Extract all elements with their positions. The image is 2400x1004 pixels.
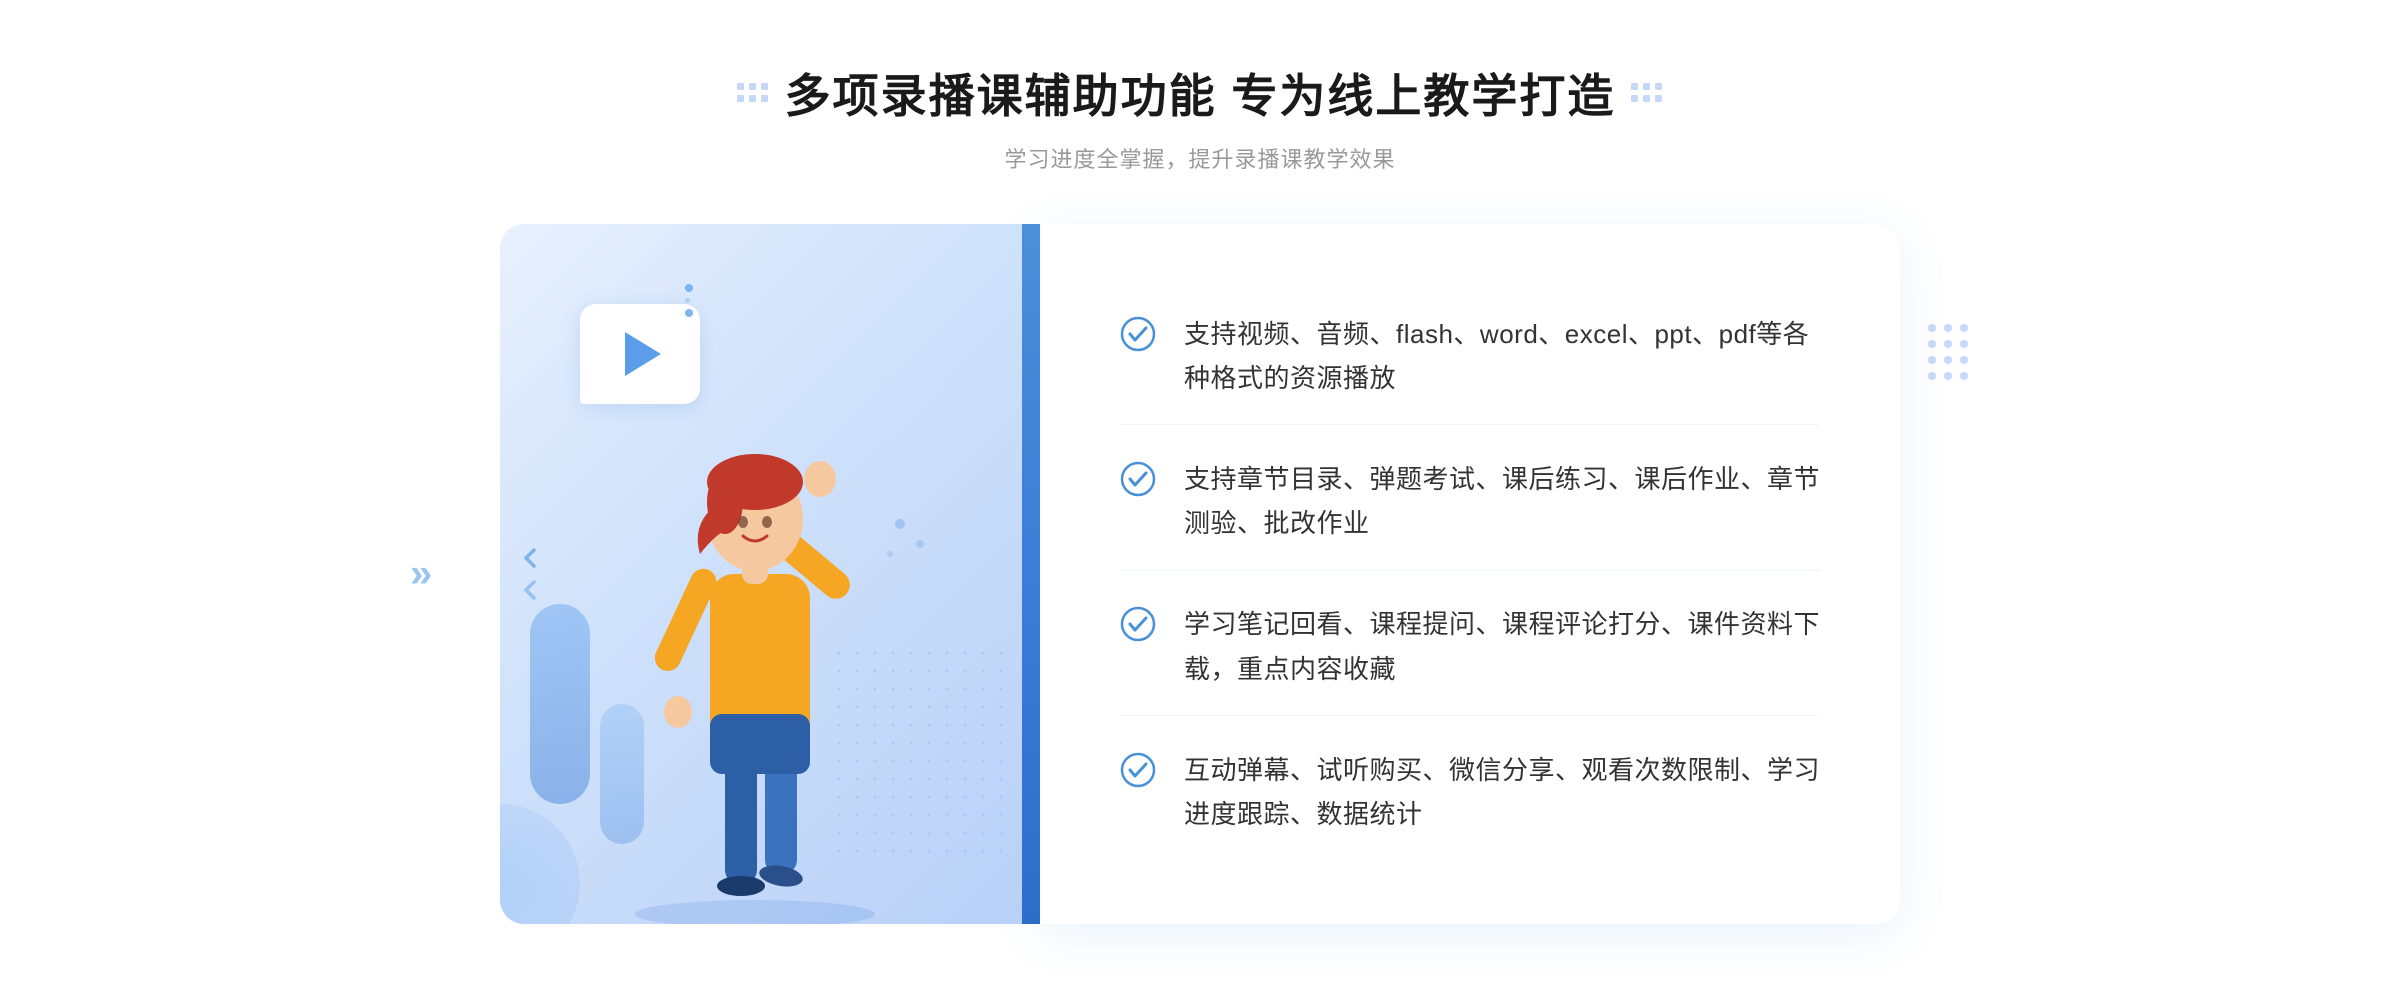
feature-text-2: 支持章节目录、弹题考试、课后练习、课后作业、章节测验、批改作业 [1184, 457, 1820, 545]
chevron-icon: » [410, 552, 432, 597]
feature-item-4: 互动弹幕、试听购买、微信分享、观看次数限制、学习进度跟踪、数据统计 [1120, 724, 1820, 860]
main-title: 多项录播课辅助功能 专为线上教学打造 [785, 60, 1616, 126]
header-section: 多项录播课辅助功能 专为线上教学打造 学习进度全掌握，提升录播课教学效果 [737, 60, 1664, 174]
rdot [1928, 372, 1936, 380]
dot [761, 83, 768, 90]
rdot [1944, 356, 1952, 364]
feature-item-3: 学习笔记回看、课程提问、课程评论打分、课件资料下载，重点内容收藏 [1120, 578, 1820, 715]
dot [749, 83, 756, 90]
check-icon-4 [1120, 752, 1156, 788]
rdot [1960, 340, 1968, 348]
sparkle-dot-small [685, 298, 690, 303]
sparkle-dot [685, 309, 693, 317]
features-area: 支持视频、音频、flash、word、excel、ppt、pdf等各种格式的资源… [1040, 224, 1900, 924]
person-illustration [580, 324, 930, 924]
check-icon-3 [1120, 606, 1156, 642]
dot [1655, 83, 1662, 90]
dot [737, 83, 744, 90]
dot [749, 95, 756, 102]
title-row: 多项录播课辅助功能 专为线上教学打造 [737, 60, 1664, 126]
subtitle: 学习进度全掌握，提升录播课教学效果 [1004, 142, 1395, 174]
dot [1631, 95, 1638, 102]
arrow-left-icon-2 [516, 576, 544, 604]
feature-text-1: 支持视频、音频、flash、word、excel、ppt、pdf等各种格式的资源… [1184, 312, 1820, 400]
rdot [1960, 372, 1968, 380]
check-icon-2 [1120, 461, 1156, 497]
arrow-left-icon [516, 544, 544, 572]
content-section: 支持视频、音频、flash、word、excel、ppt、pdf等各种格式的资源… [500, 224, 1900, 924]
rdot [1928, 340, 1936, 348]
sparkle-decoration [685, 284, 693, 317]
rdot [1960, 356, 1968, 364]
dot [1643, 95, 1650, 102]
dot [761, 95, 768, 102]
blue-bar [1022, 224, 1040, 924]
feature-text-4: 互动弹幕、试听购买、微信分享、观看次数限制、学习进度跟踪、数据统计 [1184, 748, 1820, 836]
dot [1631, 83, 1638, 90]
feature-item-2: 支持章节目录、弹题考试、课后练习、课后作业、章节测验、批改作业 [1120, 433, 1820, 570]
rdot [1960, 324, 1968, 332]
feature-item-1: 支持视频、音频、flash、word、excel、ppt、pdf等各种格式的资源… [1120, 288, 1820, 425]
feature-text-3: 学习笔记回看、课程提问、课程评论打分、课件资料下载，重点内容收藏 [1184, 602, 1820, 690]
right-dot-decoration [1928, 324, 1970, 382]
circle-decoration [500, 804, 580, 924]
page-wrapper: 多项录播课辅助功能 专为线上教学打造 学习进度全掌握，提升录播课教学效果 » [0, 60, 2400, 924]
dot [1643, 83, 1650, 90]
dot [737, 95, 744, 102]
illustration-area [500, 224, 1040, 924]
dot [1655, 95, 1662, 102]
title-dots-left [737, 83, 769, 103]
check-icon-1 [1120, 316, 1156, 352]
rdot [1928, 324, 1936, 332]
rdot [1928, 356, 1936, 364]
left-chevrons: » [410, 552, 432, 597]
content-wrapper: » [500, 224, 1900, 924]
rdot [1944, 340, 1952, 348]
sparkle-dot [685, 284, 693, 292]
title-dots-right [1631, 83, 1663, 103]
rdot [1944, 324, 1952, 332]
rdot [1944, 372, 1952, 380]
